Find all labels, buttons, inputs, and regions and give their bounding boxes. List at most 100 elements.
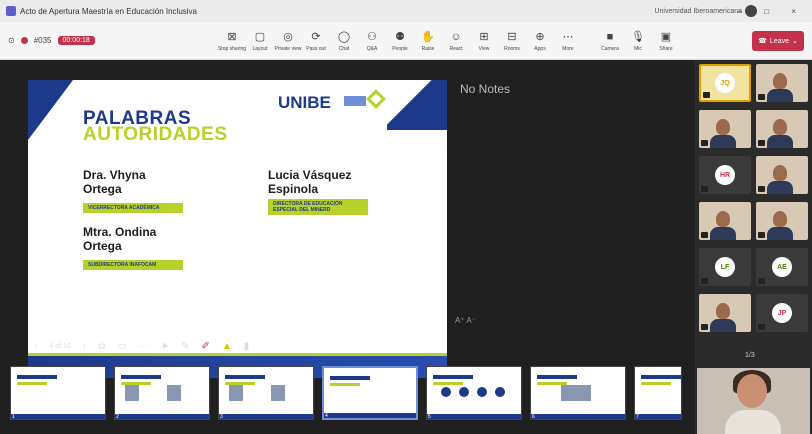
participant-video-body <box>767 227 793 240</box>
participant-video <box>716 211 730 227</box>
toolbar-icon: ⊞ <box>479 30 489 43</box>
pointer-icon[interactable]: ➤ <box>161 341 169 352</box>
toolbar-button[interactable]: ⊠ Stop sharing <box>218 31 246 52</box>
slide-thumbnail[interactable]: 4 <box>322 366 418 420</box>
toolbar-icon: ◎ <box>283 30 293 43</box>
laser-icon[interactable]: ✐ <box>201 341 209 352</box>
logo-mark-icon <box>366 89 386 109</box>
participant-video <box>773 119 787 135</box>
chevron-down-icon[interactable]: ⌄ <box>792 37 798 45</box>
participant-avatar: JP <box>772 303 792 323</box>
toolbar-button[interactable]: ⟳ Pass out <box>302 31 330 52</box>
slide-thumbnail[interactable]: 3 <box>218 366 314 420</box>
slide-number: 1 <box>12 414 15 420</box>
participant-tile[interactable] <box>756 110 808 148</box>
toolbar-button[interactable]: ■ Camera <box>596 31 624 52</box>
speaker-name: Ortega <box>83 182 122 196</box>
thumb-footer <box>427 414 521 419</box>
thumb-footer <box>11 414 105 419</box>
thumb-footer <box>115 414 209 419</box>
slide-thumbnail[interactable]: 7 <box>634 366 682 420</box>
toolbar-button-label: People <box>392 45 408 52</box>
toolbar-button[interactable]: ☺ React <box>442 31 470 52</box>
toolbar-button-label: More <box>562 45 574 52</box>
window-controls[interactable]: – □ × <box>738 7 806 16</box>
toolbar-button[interactable]: ⊟ Rooms <box>498 31 526 52</box>
speaker-card: Mtra. Ondina Ortega SUBDIRECTORA INAFOCA… <box>83 225 183 271</box>
slide-thumbnail[interactable]: 1 <box>10 366 106 420</box>
toolbar-button[interactable]: ⚇ Q&A <box>358 31 386 52</box>
toolbar-button[interactable]: ▣ Share <box>652 31 680 52</box>
thumb-footer <box>531 414 625 419</box>
slide-number: 2 <box>116 414 119 420</box>
participant-tile[interactable]: JP <box>756 294 808 332</box>
thumb-photo <box>561 385 591 401</box>
participant-tile[interactable]: LF <box>699 248 751 286</box>
toolbar-button[interactable]: 🎙 Mic <box>624 31 652 52</box>
grid-view-icon[interactable]: ⧉ <box>98 341 105 352</box>
self-video-body <box>725 410 781 434</box>
toolbar-icon: ⟳ <box>311 30 321 43</box>
previous-slide-icon[interactable]: ‹ <box>34 341 37 352</box>
toolbar-button[interactable]: ◎ Private view <box>274 31 302 52</box>
participant-avatar: LF <box>715 257 735 277</box>
thumb-circle <box>495 387 505 397</box>
toolbar-icon: ■ <box>606 30 614 43</box>
phone-hangup-icon: ☎ <box>758 38 767 45</box>
slide-thumbnail[interactable]: 6 <box>530 366 626 420</box>
speaker-name: Mtra. Ondina <box>83 225 157 239</box>
participant-video <box>716 303 730 319</box>
toolbar-button[interactable]: ◯ Chat <box>330 31 358 52</box>
leave-label: Leave <box>769 37 789 45</box>
highlighter-icon[interactable]: ▲ <box>222 341 232 352</box>
speaker-name: Ortega <box>83 239 122 253</box>
notes-font-size-icon[interactable]: A⁺ A⁻ <box>455 316 476 325</box>
toolbar-button[interactable]: ⚉ People <box>386 31 414 52</box>
leave-button[interactable]: ☎ Leave ⌄ <box>752 31 804 51</box>
thumb-circle <box>477 387 487 397</box>
toolbar-button-label: Pass out <box>306 45 326 52</box>
toolbar-button[interactable]: ✋ Raise <box>414 31 442 52</box>
more-options-icon[interactable]: ⋯ <box>139 341 149 352</box>
teams-app-icon <box>6 6 16 16</box>
toolbar-icon: 🎙 <box>631 30 645 43</box>
participant-tile[interactable] <box>699 110 751 148</box>
thumb-photo <box>271 385 285 401</box>
participant-tile[interactable] <box>699 202 751 240</box>
participant-tile[interactable] <box>756 156 808 194</box>
current-slide: PALABRAS AUTORIDADES UNIBE Dra. Vhyna Or… <box>28 80 447 378</box>
toolbar-button[interactable]: ⊕ Apps <box>526 31 554 52</box>
toolbar-button[interactable]: ▢ Layout <box>246 31 274 52</box>
participant-tile[interactable]: HR <box>699 156 751 194</box>
window-title: Acto de Apertura Maestría en Educación I… <box>20 6 197 16</box>
gallery-pager[interactable]: 1/3 <box>745 352 755 359</box>
toolbar-button-label: View <box>478 45 490 52</box>
participant-tile[interactable] <box>756 64 808 102</box>
slide-thumbnail[interactable]: 2 <box>114 366 210 420</box>
thumb-title-bar <box>225 375 265 379</box>
thumb-accent <box>433 382 463 385</box>
organization-name[interactable]: Universidad Iberoamericana <box>654 8 742 15</box>
slide-number: 3 <box>220 414 223 420</box>
participant-tile[interactable] <box>699 294 751 332</box>
toolbar-icon: ⋯ <box>562 30 574 43</box>
eraser-icon[interactable]: ▮ <box>244 341 250 352</box>
monitor-icon[interactable]: ▭ <box>117 341 126 352</box>
recording-icon <box>20 37 28 44</box>
toolbar-button-label: Rooms <box>504 45 520 52</box>
page-indicator: 4 of 10 <box>49 342 71 350</box>
toolbar-button[interactable]: ⊞ View <box>470 31 498 52</box>
participant-tile[interactable]: AE <box>756 248 808 286</box>
speaker-name: Espinola <box>268 182 319 196</box>
participant-tile[interactable] <box>756 202 808 240</box>
slide-number: 6 <box>532 414 535 420</box>
participant-video-body <box>710 319 736 332</box>
pen-icon[interactable]: ✎ <box>181 341 189 352</box>
toolbar-actions: ⊠ Stop sharing ▢ Layout ◎ Private view ⟳ Pass o… <box>218 22 680 60</box>
participant-tile[interactable]: JQ <box>699 64 751 102</box>
slide-thumbnail[interactable]: 5 <box>426 366 522 420</box>
next-slide-icon[interactable]: › <box>83 341 86 352</box>
toolbar-icon: ▢ <box>254 30 266 43</box>
toolbar-button-label: Camera <box>601 45 619 52</box>
toolbar-button[interactable]: ⋯ More <box>554 31 582 52</box>
